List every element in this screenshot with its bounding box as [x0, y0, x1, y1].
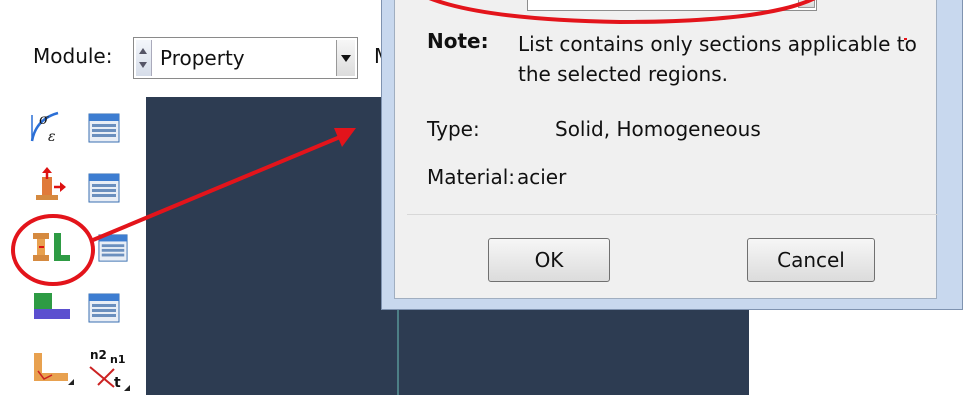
- manager-table-icon: [88, 293, 120, 323]
- spinner-up-icon[interactable]: [139, 48, 147, 54]
- material-manager-button[interactable]: [88, 113, 120, 143]
- assign-beam-normal-icon: n2 n1 t: [89, 348, 130, 391]
- stress-strain-icon: σ ε: [30, 111, 59, 145]
- section-manager-button[interactable]: [88, 173, 120, 203]
- chevron-down-icon: [341, 55, 351, 62]
- note-label: Note:: [427, 29, 489, 53]
- t-glyph: t: [114, 375, 121, 391]
- assign-section-icon: [33, 233, 70, 261]
- ok-button[interactable]: OK: [488, 238, 610, 282]
- create-material-button[interactable]: σ ε: [28, 109, 64, 145]
- profile-manager-button[interactable]: [88, 293, 120, 323]
- type-label: Type:: [427, 117, 480, 141]
- manager-table-icon: [88, 113, 120, 143]
- n1-glyph: n1: [110, 353, 126, 366]
- assign-beam-orientation-button[interactable]: [30, 349, 74, 389]
- dialog-separator: [407, 214, 938, 215]
- section-combo-dropdown-button[interactable]: [798, 0, 815, 8]
- manager-table-icon: [88, 173, 120, 203]
- cancel-button[interactable]: Cancel: [747, 238, 875, 282]
- sigma-glyph: σ: [39, 112, 49, 128]
- module-dropdown-button[interactable]: [336, 40, 355, 76]
- n2-glyph: n2: [90, 348, 107, 362]
- viewport-edge-line: [397, 300, 399, 395]
- create-section-icon: [36, 167, 66, 200]
- create-profile-button[interactable]: [30, 289, 72, 325]
- spinner-down-icon[interactable]: [139, 62, 147, 68]
- section-combo-box[interactable]: [527, 0, 817, 11]
- section-assignment-manager-button[interactable]: [98, 233, 128, 263]
- type-value: Solid, Homogeneous: [555, 117, 761, 141]
- assign-section-button[interactable]: [30, 229, 72, 265]
- assign-beam-orientation-icon: [34, 353, 74, 385]
- material-value: acier: [517, 165, 567, 189]
- assign-beam-normal-button[interactable]: n2 n1 t: [84, 345, 132, 393]
- section-assignment-dialog: Note: List contains only sections applic…: [381, 0, 963, 310]
- module-select[interactable]: Property: [133, 37, 358, 79]
- module-spinner[interactable]: [136, 40, 152, 76]
- create-profile-icon: [34, 293, 70, 319]
- module-select-value: Property: [160, 46, 245, 70]
- dialog-body: Note: List contains only sections applic…: [394, 0, 938, 299]
- create-section-button[interactable]: [30, 167, 66, 203]
- material-label: Material:: [427, 165, 515, 189]
- epsilon-glyph: ε: [48, 129, 56, 145]
- manager-table-icon: [98, 234, 128, 262]
- note-text: List contains only sections applicable t…: [518, 32, 917, 86]
- module-label: Module:: [33, 44, 113, 68]
